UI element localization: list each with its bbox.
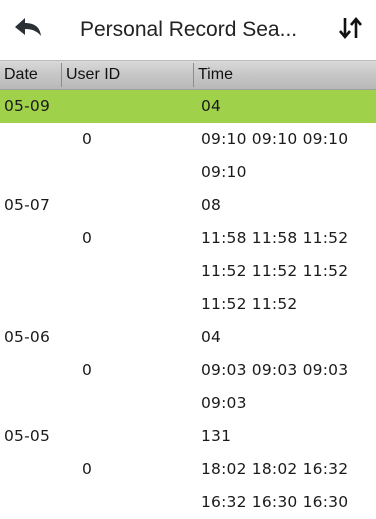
row-time: 11:58 11:58 11:52 (201, 229, 349, 247)
table-row[interactable]: 0 18:02 18:02 16:32 (0, 453, 376, 486)
column-header-time[interactable]: Time (194, 61, 376, 89)
row-user-id: 0 (82, 229, 93, 247)
row-user-id: 0 (82, 460, 93, 478)
row-time: 09:03 09:03 09:03 (201, 361, 349, 379)
row-time: 18:02 18:02 16:32 (201, 460, 349, 478)
row-user-id: 0 (82, 361, 93, 379)
column-header-row: Date User ID Time (0, 60, 376, 90)
row-time: 04 (201, 97, 222, 115)
row-time: 09:10 09:10 09:10 (201, 130, 349, 148)
row-time: 09:03 (201, 394, 247, 412)
table-row[interactable]: 0 09:03 09:03 09:03 (0, 354, 376, 387)
table-row[interactable]: 11:52 11:52 11:52 (0, 255, 376, 288)
back-arrow-icon (13, 16, 43, 45)
table-row[interactable]: 05-05 131 (0, 420, 376, 453)
back-button[interactable] (10, 16, 46, 44)
table-row-selected[interactable]: 05-09 04 (0, 90, 376, 123)
table-row[interactable]: 05-07 08 (0, 189, 376, 222)
table-row[interactable]: 09:03 (0, 387, 376, 420)
table-row[interactable]: 16:32 16:30 16:30 (0, 486, 376, 519)
table-row[interactable]: 0 11:58 11:58 11:52 (0, 222, 376, 255)
record-list: 05-09 04 0 09:10 09:10 09:10 09:10 05-07 08 0 11… (0, 90, 376, 519)
row-time: 08 (201, 196, 222, 214)
sort-arrows-icon (338, 15, 364, 46)
row-date: 05-05 (4, 427, 51, 445)
row-user-id: 0 (82, 130, 93, 148)
column-header-user-id[interactable]: User ID (62, 61, 190, 89)
table-row[interactable]: 0 09:10 09:10 09:10 (0, 123, 376, 156)
row-time: 11:52 11:52 (201, 295, 298, 313)
row-date: 05-07 (4, 196, 51, 214)
row-date: 05-06 (4, 328, 51, 346)
title-bar: Personal Record Sea... (0, 0, 376, 60)
row-time: 09:10 (201, 163, 247, 181)
row-date: 05-09 (4, 97, 51, 115)
table-row[interactable]: 05-06 04 (0, 321, 376, 354)
row-time: 04 (201, 328, 222, 346)
row-time: 131 (201, 427, 232, 445)
column-header-date[interactable]: Date (0, 61, 60, 89)
table-row[interactable]: 11:52 11:52 (0, 288, 376, 321)
row-time: 11:52 11:52 11:52 (201, 262, 349, 280)
page-title: Personal Record Sea... (80, 18, 298, 41)
table-row[interactable]: 09:10 (0, 156, 376, 189)
row-time: 16:32 16:30 16:30 (201, 493, 349, 511)
sort-button[interactable] (334, 15, 368, 45)
